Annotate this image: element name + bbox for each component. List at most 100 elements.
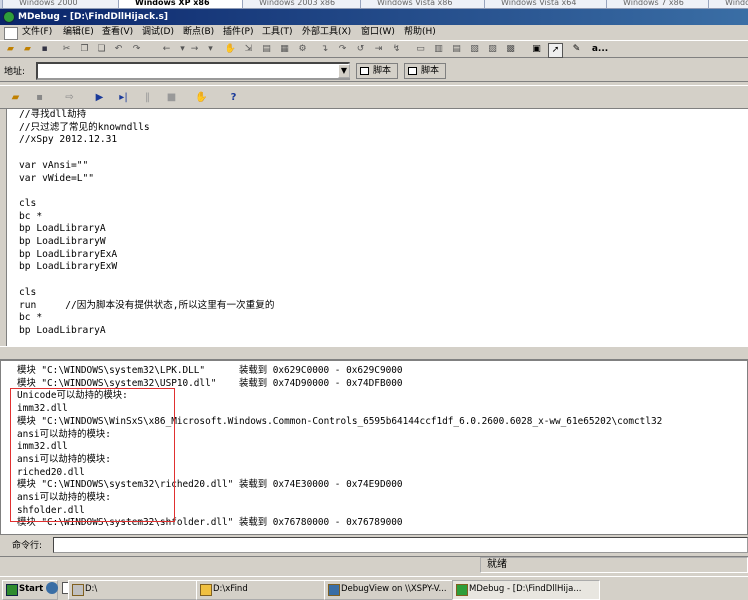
run-icon[interactable]: ▶ (92, 91, 107, 105)
log-line: 模块 "C:\WINDOWS\system32\LPK.DLL" 装载到 0x6… (17, 365, 403, 376)
code-line: var vAnsi="" (19, 159, 89, 171)
code-line: cls (19, 286, 37, 298)
command-input[interactable] (53, 537, 748, 553)
code-line: bp LoadLibraryW (19, 236, 106, 247)
document-icon[interactable] (4, 27, 18, 40)
code-line: bc * (19, 210, 43, 222)
menu-tools[interactable]: 工具(T) (262, 25, 293, 40)
debugview-icon (328, 584, 340, 596)
step-out-icon[interactable]: ↺ (354, 43, 367, 56)
code-line: run //因为脚本没有提供状态,所以这里有一次重复的 (19, 299, 275, 311)
script-button[interactable]: 脚本 (404, 63, 446, 79)
pane-splitter[interactable] (0, 346, 748, 360)
vm-tab[interactable]: Windows 2003 x86 (242, 0, 372, 8)
code-line: bp LoadLibraryExA (19, 248, 118, 260)
script-editor[interactable]: //寻找dll劫持 //只过滤了常见的knowndlls //xSpy 2012… (6, 109, 748, 346)
save-icon[interactable]: ▪ (38, 43, 51, 56)
cut-icon[interactable]: ✂ (60, 43, 73, 56)
terminal-icon[interactable]: ▣ (530, 43, 543, 56)
code-line: //只过滤了常见的knowndlls (19, 121, 150, 133)
taskbar-item[interactable]: D:\ (68, 580, 210, 600)
code-line: //xSpy 2012.12.31 (19, 134, 118, 146)
menu-file[interactable]: 文件(F) (22, 25, 52, 40)
code-line: var vWide=L"" (19, 172, 95, 184)
menu-edit[interactable]: 编辑(E) (63, 25, 94, 40)
script-button[interactable]: 脚本 (356, 63, 398, 79)
menu-bar: 文件(F) 编辑(E) 查看(V) 调试(D) 断点(B) 插件(P) 工具(T… (0, 25, 748, 40)
redo-icon[interactable]: ↷ (130, 43, 143, 56)
address-input[interactable] (36, 62, 350, 80)
taskbar-item-label: MDebug - [D:\FindDllHija... (469, 584, 582, 594)
step-into-icon[interactable]: ↴ (318, 43, 331, 56)
code-line: cls (19, 197, 37, 209)
taskbar-item-label: D:\xFind (213, 584, 248, 594)
vm-tab[interactable]: Windows Vista x64 (484, 0, 617, 8)
thread-icon[interactable]: ⚙ (296, 43, 309, 56)
paste-icon[interactable]: ❏ (95, 43, 108, 56)
help-icon[interactable]: ? (226, 91, 241, 105)
pointer-icon[interactable]: ➚ (548, 43, 563, 58)
taskbar-item[interactable]: D:\xFind (196, 580, 338, 600)
status-text: 就绪 (480, 557, 748, 573)
dump-icon[interactable]: ▨ (486, 43, 499, 56)
undo-icon[interactable]: ↶ (112, 43, 125, 56)
command-label: 命令行: (12, 541, 43, 551)
plugin-icon[interactable]: ✎ (570, 43, 583, 56)
vm-tab-active[interactable]: Windows XP x86 (118, 0, 254, 8)
code-line: bp LoadLibraryA (19, 324, 106, 336)
ie-icon[interactable] (46, 582, 58, 594)
disasm-icon[interactable]: ▧ (468, 43, 481, 56)
taskbar-item-active[interactable]: MDebug - [D:\FindDllHija... (452, 580, 600, 600)
copy-icon[interactable]: ❐ (78, 43, 91, 56)
run-to-icon[interactable]: ⇥ (372, 43, 385, 56)
taskbar: Start D:\ D:\xFind DebugView on \\XSPY-V… (0, 576, 748, 600)
step-icon[interactable]: ⇲ (242, 43, 255, 56)
dropdown-icon[interactable]: ▾ (204, 43, 217, 56)
menu-external-tools[interactable]: 外部工具(X) (302, 25, 351, 40)
open-icon[interactable]: ▰ (4, 43, 17, 56)
code-line: bc * (19, 312, 43, 324)
mdebug-icon (456, 584, 468, 596)
log-icon[interactable]: ▩ (504, 43, 517, 56)
vm-tab[interactable]: Windows 7 (708, 0, 748, 8)
stop-icon[interactable]: ■ (164, 91, 179, 105)
code-line: //寻找dll劫持 (19, 109, 87, 120)
pause-icon[interactable]: ‖ (140, 91, 155, 105)
open-script-icon[interactable]: ▰ (8, 91, 23, 105)
module-icon[interactable]: ▦ (278, 43, 291, 56)
step-over-icon[interactable]: ↷ (336, 43, 349, 56)
taskbar-item-label: D:\ (85, 584, 98, 594)
menu-plugin[interactable]: 插件(P) (223, 25, 253, 40)
folder-icon (200, 584, 212, 596)
window-icon[interactable]: ▭ (414, 43, 427, 56)
taskbar-item[interactable]: DebugView on \\XSPY-V... (324, 580, 466, 600)
forward-icon[interactable]: ⇨ (62, 91, 77, 105)
app-icon (3, 11, 15, 23)
save-script-icon[interactable]: ▪ (32, 91, 47, 105)
hand-icon[interactable]: ✋ (224, 43, 237, 56)
menu-help[interactable]: 帮助(H) (404, 25, 436, 40)
forward-icon[interactable]: → (188, 43, 201, 56)
highlight-box (10, 388, 175, 522)
stack-icon[interactable]: ▤ (450, 43, 463, 56)
hand-icon[interactable]: ✋ (194, 91, 209, 105)
vm-tab[interactable]: Windows 2000 (2, 0, 128, 8)
menu-breakpoint[interactable]: 断点(B) (183, 25, 214, 40)
menu-debug[interactable]: 调试(D) (142, 25, 174, 40)
vm-tab-strip: Windows 2000 Windows XP x86 Windows 2003… (0, 0, 748, 9)
trace-icon[interactable]: ↯ (390, 43, 403, 56)
menu-view[interactable]: 查看(V) (102, 25, 133, 40)
open-folder-icon[interactable]: ▰ (21, 43, 34, 56)
menu-window[interactable]: 窗口(W) (361, 25, 395, 40)
vm-tab[interactable]: Windows 7 x86 (606, 0, 720, 8)
chevron-down-icon[interactable]: ▼ (338, 64, 350, 78)
step-icon[interactable]: ▸| (116, 91, 131, 105)
more-label[interactable]: a... (588, 43, 612, 56)
script-button-label: 脚本 (421, 66, 440, 76)
back-icon[interactable]: ← (160, 43, 173, 56)
script-icon (360, 67, 369, 75)
vm-tab[interactable]: Windows Vista x86 (360, 0, 493, 8)
code-line: bp LoadLibraryExW (19, 261, 118, 273)
memory-icon[interactable]: ▤ (260, 43, 273, 56)
registers-icon[interactable]: ▥ (432, 43, 445, 56)
